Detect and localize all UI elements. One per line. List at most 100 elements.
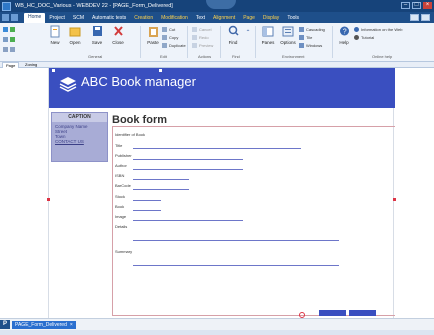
tutorial-icon: [354, 35, 359, 40]
close-label: Close: [112, 40, 124, 45]
tutorial-label: Tutorial: [361, 35, 375, 40]
close-document-button[interactable]: Close: [109, 25, 127, 45]
barcode-input-line[interactable]: [133, 189, 189, 190]
menu-right-icons: [410, 14, 430, 21]
help-label: Help: [339, 40, 349, 45]
document-tab-page-form-delivered[interactable]: PAGE_Form_Delivered ×: [12, 320, 76, 329]
editor-workspace[interactable]: ABC Book manager CAPTION Company Name St…: [0, 68, 434, 318]
copy-label: Copy: [169, 35, 179, 40]
maximize-button[interactable]: □: [412, 2, 421, 9]
ribbon-left-row[interactable]: [3, 47, 15, 52]
undo-label: Cancel: [199, 27, 212, 32]
paste-label: Paste: [147, 40, 159, 45]
windows-button[interactable]: Windows: [299, 43, 322, 48]
quick-access-icon[interactable]: [11, 14, 18, 21]
close-button[interactable]: ×: [423, 2, 432, 9]
contact-us-link[interactable]: CONTACT US: [55, 139, 104, 144]
ribbon-left-row[interactable]: [3, 37, 15, 42]
options-button[interactable]: Options: [279, 25, 297, 45]
cascading-button[interactable]: Cascading: [299, 27, 325, 32]
tile-button[interactable]: Tile: [299, 35, 312, 40]
paste-button[interactable]: Paste: [144, 25, 162, 45]
sidebar-caption: CAPTION: [52, 113, 107, 122]
image-input-line[interactable]: [133, 220, 243, 221]
tile-label: Tile: [306, 35, 313, 40]
undo-button[interactable]: Cancel: [192, 27, 211, 32]
form-buttons: [319, 310, 376, 316]
anchor-marker: [52, 69, 55, 72]
redo-button[interactable]: Redo: [192, 35, 209, 40]
cascading-label: Cascading: [306, 27, 325, 32]
field-label-title: Title: [115, 143, 123, 148]
book-form-area[interactable]: Identifier of Book Title Publisher Autho…: [112, 126, 395, 316]
status-strip: [0, 330, 434, 335]
ribbon-separator: [332, 26, 333, 58]
title-input-line[interactable]: [133, 148, 301, 149]
duplicate-label: Duplicate: [169, 43, 186, 48]
ribbon-separator: [187, 26, 188, 58]
document-tab-label: PAGE_Form_Delivered: [15, 321, 67, 328]
compile-icon: [3, 37, 8, 42]
field-label-author: Author: [115, 163, 127, 168]
menu-page[interactable]: Page: [239, 14, 259, 22]
information-web-button[interactable]: Information on the Web: [354, 27, 403, 32]
title-bar: WB_HC_DOC_Various - WEBDEV 22 - [PAGE_Fo…: [0, 0, 434, 12]
author-input-line[interactable]: [133, 169, 243, 170]
page-canvas[interactable]: ABC Book manager CAPTION Company Name St…: [48, 68, 395, 318]
new-button[interactable]: New: [46, 25, 64, 45]
preview-button[interactable]: Preview: [192, 43, 213, 48]
copy-button[interactable]: Copy: [162, 35, 178, 40]
undo-arrow-icon: [192, 27, 197, 32]
open-button[interactable]: Open: [66, 25, 84, 45]
search-icon[interactable]: [410, 14, 419, 21]
book-input-line[interactable]: [133, 210, 161, 211]
page-type-icon: P: [0, 320, 10, 329]
quick-access-icon[interactable]: [2, 14, 9, 21]
menu-alignment[interactable]: Alignment: [209, 14, 239, 22]
menu-text[interactable]: Text: [192, 14, 209, 22]
tutorial-button[interactable]: Tutorial: [354, 35, 374, 40]
page-sidebar[interactable]: CAPTION Company Name Street Town CONTACT…: [51, 112, 108, 162]
menu-bar: Home Project SCM Automatic tests Creatio…: [0, 12, 434, 23]
find-button[interactable]: Find: [225, 25, 241, 45]
find-arrows[interactable]: ⌃: [244, 29, 252, 36]
copy-icon: [162, 35, 167, 40]
cut-button[interactable]: Cut: [162, 27, 175, 32]
form-button-left[interactable]: [319, 310, 346, 316]
globe-icon: [354, 27, 359, 32]
ribbon-left-row[interactable]: [3, 27, 15, 32]
menu-scm[interactable]: SCM: [69, 14, 88, 22]
minimize-button[interactable]: –: [401, 2, 410, 9]
panes-button[interactable]: Panes: [259, 25, 277, 45]
menu-modification[interactable]: Modification: [157, 14, 192, 22]
field-label-summary: Summary: [115, 249, 133, 254]
menu-creation[interactable]: Creation: [130, 14, 157, 22]
stock-input-line[interactable]: [133, 200, 161, 201]
menu-home[interactable]: Home: [24, 13, 46, 23]
menu-project[interactable]: Project: [45, 14, 69, 22]
isbn-input-line[interactable]: [133, 179, 189, 180]
settings-icon[interactable]: [421, 14, 430, 21]
save-button[interactable]: Save: [88, 25, 106, 45]
ribbon-separator: [255, 26, 256, 58]
duplicate-button[interactable]: Duplicate: [162, 43, 186, 48]
group-environment-label: Environment: [282, 54, 305, 59]
help-button[interactable]: ? Help: [336, 25, 352, 45]
options-icon: [282, 26, 294, 37]
menu-automatic-tests[interactable]: Automatic tests: [88, 14, 130, 22]
open-documents-bar: P PAGE_Form_Delivered ×: [0, 320, 76, 329]
form-button-right[interactable]: [349, 310, 376, 316]
close-tab-icon[interactable]: ×: [70, 321, 73, 329]
menu-tools[interactable]: Tools: [283, 14, 303, 22]
webdev-app-icon[interactable]: [2, 1, 11, 11]
publisher-input-line[interactable]: [133, 159, 243, 160]
undo-icon: [3, 47, 8, 52]
menu-display[interactable]: Display: [259, 14, 283, 22]
info-label: Information on the Web: [361, 27, 403, 32]
help-icon: ?: [339, 26, 349, 36]
redo-arrow-icon: [192, 35, 197, 40]
summary-input-line[interactable]: [133, 265, 339, 266]
new-document-icon: [50, 25, 60, 38]
details-input-line[interactable]: [133, 240, 339, 241]
page-banner[interactable]: ABC Book manager: [49, 68, 395, 108]
